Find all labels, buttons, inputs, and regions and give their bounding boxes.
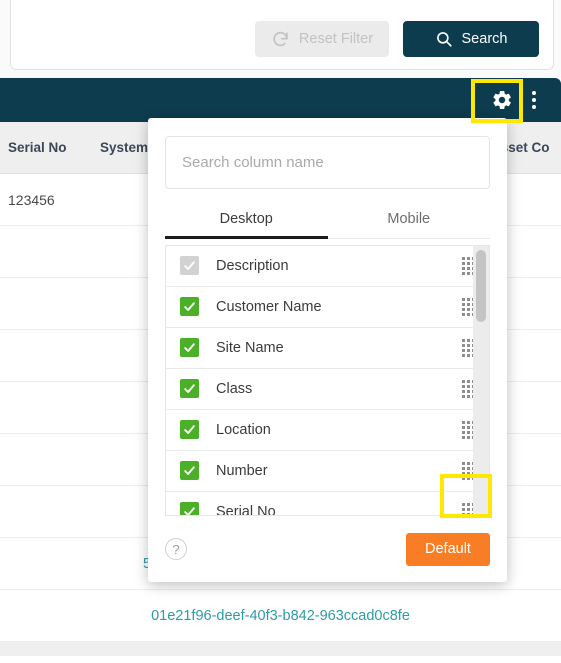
list-scrollbar-track[interactable]: [473, 245, 489, 516]
filter-actions: Reset Filter Search: [255, 21, 539, 57]
checkbox-site-name[interactable]: [180, 338, 199, 358]
checkbox-description: [180, 256, 199, 276]
list-item[interactable]: Customer Name: [166, 286, 489, 328]
help-icon[interactable]: ?: [165, 538, 187, 561]
checkbox-location[interactable]: [180, 420, 199, 440]
list-item[interactable]: Serial No: [166, 491, 489, 517]
kebab-menu-icon[interactable]: [523, 83, 545, 117]
kebab-dot: [532, 105, 536, 109]
table-bottom-strip: [0, 642, 561, 656]
search-button[interactable]: Search: [403, 21, 539, 57]
list-item-label: Site Name: [216, 339, 284, 356]
column-settings-panel: Desktop Mobile Description: [148, 118, 507, 582]
panel-footer: ? Default: [165, 516, 490, 582]
list-item[interactable]: Class: [166, 368, 489, 410]
kebab-dot: [532, 91, 536, 95]
checkbox-number[interactable]: [180, 461, 199, 481]
checkbox-customer-name[interactable]: [180, 297, 199, 317]
panel-tabs: Desktop Mobile: [165, 203, 490, 239]
list-item-label: Customer Name: [216, 298, 322, 315]
reset-filter-button[interactable]: Reset Filter: [255, 21, 389, 57]
column-list: Description Customer Name Site Name Clas…: [165, 244, 490, 517]
list-item-label: Location: [216, 421, 271, 438]
filter-card: Reset Filter Search: [10, 0, 554, 70]
table-toolbar: [0, 78, 561, 122]
kebab-dot: [532, 98, 536, 102]
refresh-icon: [271, 30, 290, 49]
table-row[interactable]: 01e21f96-deef-40f3-b842-963ccad0c8fe: [0, 590, 561, 642]
list-item[interactable]: Description: [166, 245, 489, 287]
app-root: Reset Filter Search Serial No System Ass…: [0, 0, 561, 663]
list-scrollbar-thumb[interactable]: [476, 249, 486, 322]
gear-icon[interactable]: [485, 83, 519, 117]
tab-desktop[interactable]: Desktop: [165, 203, 328, 239]
column-header-serial-no[interactable]: Serial No: [0, 140, 100, 155]
list-item-label: Class: [216, 380, 253, 397]
list-item[interactable]: Location: [166, 409, 489, 451]
column-list-inner: Description Customer Name Site Name Clas…: [166, 245, 489, 517]
checkbox-class[interactable]: [180, 379, 199, 399]
list-item[interactable]: Number: [166, 450, 489, 492]
cell-serial-no: 123456: [8, 191, 55, 208]
list-item-label: Number: [216, 462, 268, 479]
list-item[interactable]: Site Name: [166, 327, 489, 369]
reset-filter-label: Reset Filter: [298, 31, 374, 47]
default-button[interactable]: Default: [406, 532, 490, 566]
uuid-link[interactable]: 01e21f96-deef-40f3-b842-963ccad0c8fe: [151, 608, 410, 624]
magnifier-icon: [435, 30, 453, 48]
search-button-label: Search: [461, 31, 508, 47]
list-item-label: Description: [216, 257, 289, 274]
list-item-label: Serial No: [216, 503, 276, 517]
column-search-input[interactable]: [165, 136, 490, 189]
tab-mobile[interactable]: Mobile: [328, 203, 491, 239]
checkbox-serial-no[interactable]: [180, 502, 199, 516]
